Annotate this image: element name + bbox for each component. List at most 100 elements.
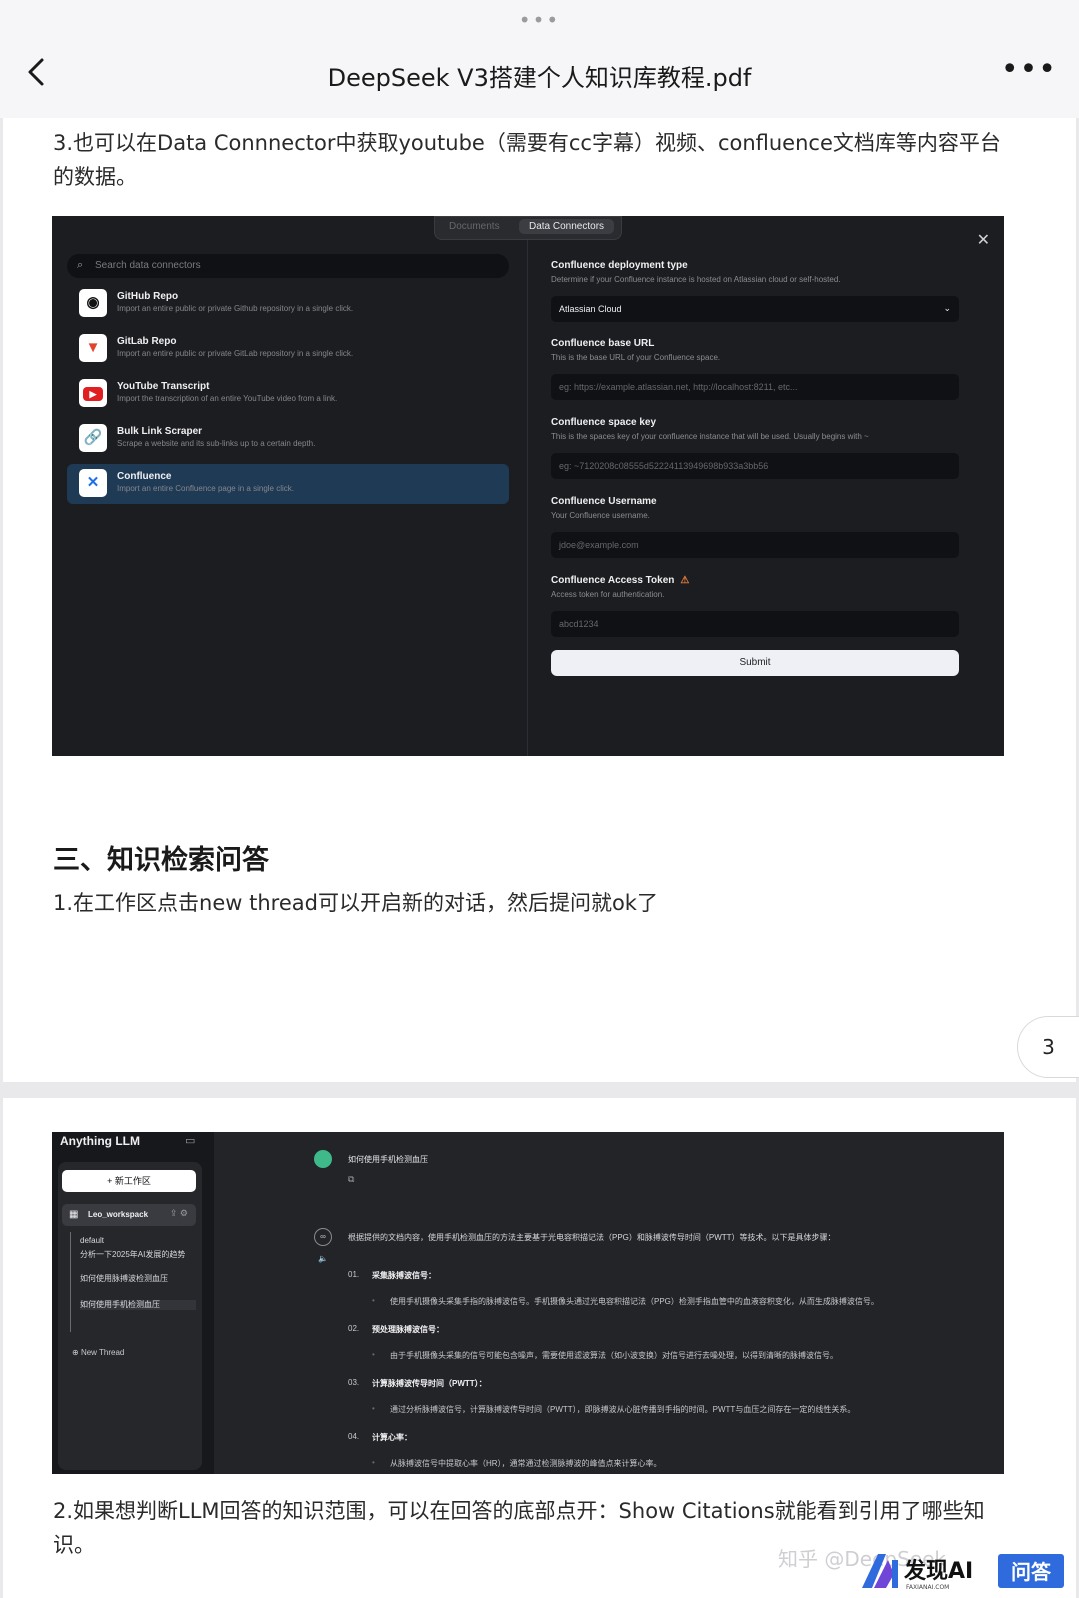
drag-handle[interactable]: ••• bbox=[0, 8, 1079, 32]
deploy-type-label: Confluence deployment type bbox=[551, 260, 688, 271]
document-title: DeepSeek V3搭建个人知识库教程.pdf bbox=[327, 64, 752, 92]
search-placeholder: Search data connectors bbox=[95, 260, 201, 271]
step-desc: 通过分析脉搏波信号，计算脉搏波传导时间（PWTT），即脉搏波从心脏传播到手指的时… bbox=[390, 1405, 856, 1414]
step-number: 01. bbox=[348, 1270, 360, 1279]
connector-name: GitLab Repo bbox=[117, 336, 177, 347]
step-number: 02. bbox=[348, 1324, 360, 1333]
step-title: 计算心率： bbox=[372, 1433, 412, 1442]
paragraph-data-connector: 3.也可以在Data Connnector中获取youtube（需要有cc字幕）… bbox=[53, 131, 1001, 189]
chevron-down-icon: ⌄ bbox=[943, 303, 951, 313]
page-number-badge[interactable]: 3 bbox=[1017, 1016, 1079, 1078]
username-label: Confluence Username bbox=[551, 496, 657, 507]
connector-desc: Import an entire public or private GitLa… bbox=[117, 349, 354, 358]
brand-name: Anything LLM bbox=[60, 1134, 140, 1148]
base-url-label: Confluence base URL bbox=[551, 338, 655, 349]
thread-item[interactable]: default bbox=[80, 1236, 190, 1246]
new-workspace-button[interactable]: + 新工作区 bbox=[62, 1170, 196, 1192]
connector-youtube[interactable]: ▶ YouTube Transcript Import the transcri… bbox=[67, 374, 509, 414]
bullet: • bbox=[372, 1296, 375, 1305]
deploy-type-value: Atlassian Cloud bbox=[559, 304, 622, 314]
space-key-input[interactable]: eg: ~7120208c08555d52224113949698b933a3b… bbox=[551, 453, 959, 479]
bullet: • bbox=[372, 1404, 375, 1413]
username-input[interactable]: jdoe@example.com bbox=[551, 532, 959, 558]
connector-desc: Import an entire Confluence page in a si… bbox=[117, 484, 294, 493]
workspace-name: Leo_workspack bbox=[88, 1210, 149, 1219]
access-token-input[interactable]: abcd1234 bbox=[551, 611, 959, 637]
space-key-help: This is the spaces key of your confluenc… bbox=[551, 432, 869, 441]
connector-bulk-link[interactable]: 🔗 Bulk Link Scraper Scrape a website and… bbox=[67, 419, 509, 459]
close-icon[interactable]: ✕ bbox=[977, 230, 990, 250]
step-title: 计算脉搏波传导时间（PWTT）： bbox=[372, 1379, 487, 1388]
submit-button[interactable]: Submit bbox=[551, 650, 959, 676]
thread-item-current[interactable]: 如何使用手机检测血压 bbox=[80, 1300, 196, 1310]
modal-tabs: Documents Data Connectors bbox=[434, 216, 622, 240]
sidebar: Anything LLM ▭ + 新工作区 ▦ Leo_workspack ⇪ … bbox=[52, 1132, 214, 1474]
sidebar-toggle-icon[interactable]: ▭ bbox=[185, 1134, 195, 1147]
connector-desc: Scrape a website and its sub-links up to… bbox=[117, 439, 316, 448]
base-url-help: This is the base URL of your Confluence … bbox=[551, 353, 721, 362]
link-icon: 🔗 bbox=[79, 424, 107, 452]
deploy-type-help: Determine if your Confluence instance is… bbox=[551, 275, 841, 284]
pdf-page: 3.也可以在Data Connnector中获取youtube（需要有cc字幕）… bbox=[3, 118, 1076, 1082]
connector-github[interactable]: ◉ GitHub Repo Import an entire public or… bbox=[67, 284, 509, 324]
back-arrow-icon[interactable] bbox=[18, 52, 58, 92]
thread-item[interactable]: 分析一下2025年AI发展的趋势 bbox=[80, 1250, 190, 1260]
bullet: • bbox=[372, 1350, 375, 1359]
connector-desc: Import an entire public or private Githu… bbox=[117, 304, 354, 313]
speaker-icon[interactable]: 🔈 bbox=[318, 1254, 328, 1263]
workspace-panel: + 新工作区 ▦ Leo_workspack ⇪ ⚙ default 分析一下2… bbox=[58, 1162, 202, 1470]
faxianai-logo: 发现AI FAXIANAI.COM 问答 bbox=[862, 1554, 1064, 1591]
connector-desc: Import the transcription of an entire Yo… bbox=[117, 394, 338, 403]
username-help: Your Confluence username. bbox=[551, 511, 650, 520]
step-desc: 从脉搏波信号中提取心率（HR），通常通过检测脉搏波的峰值点来计算心率。 bbox=[390, 1459, 662, 1468]
connector-confluence[interactable]: ✕ Confluence Import an entire Confluence… bbox=[67, 464, 509, 504]
deploy-type-select[interactable]: Atlassian Cloud ⌄ bbox=[551, 296, 959, 322]
data-connectors-screenshot: ⌕ Search data connectors ◉ GitHub Repo I… bbox=[52, 216, 1004, 756]
access-token-help: Access token for authentication. bbox=[551, 590, 665, 599]
new-thread-button[interactable]: ⊕ New Thread bbox=[72, 1348, 124, 1357]
step-number: 04. bbox=[348, 1432, 360, 1441]
base-url-input[interactable]: eg: https://example.atlassian.net, http:… bbox=[551, 374, 959, 400]
workspace-item[interactable]: ▦ Leo_workspack ⇪ ⚙ bbox=[62, 1204, 196, 1226]
answer-intro: 根据提供的文档内容，使用手机检测血压的方法主要基于光电容积描记法（PPG）和脉搏… bbox=[348, 1233, 836, 1242]
space-key-label: Confluence space key bbox=[551, 417, 657, 428]
brand-sub: FAXIANAI.COM bbox=[906, 1584, 949, 1591]
access-token-label-row: Confluence Access Token ⚠ bbox=[551, 575, 689, 586]
youtube-icon: ▶ bbox=[79, 379, 107, 407]
brand-text: 发现AI bbox=[903, 1558, 973, 1584]
bullet: • bbox=[372, 1458, 375, 1467]
connector-name: Confluence bbox=[117, 471, 172, 482]
step-title: 采集脉搏波信号： bbox=[372, 1271, 436, 1280]
viewer-header: ••• DeepSeek V3搭建个人知识库教程.pdf ••• bbox=[0, 0, 1079, 118]
warning-icon: ⚠ bbox=[680, 575, 690, 586]
section-heading: 三、知识检索问答 bbox=[53, 845, 269, 876]
step-number: 03. bbox=[348, 1378, 360, 1387]
github-icon: ◉ bbox=[79, 289, 107, 317]
upload-settings-icon[interactable]: ⇪ ⚙ bbox=[170, 1208, 188, 1219]
connector-gitlab[interactable]: ▼ GitLab Repo Import an entire public or… bbox=[67, 329, 509, 369]
chat-area: 如何使用手机检测血压 ⧉ ∞ 🔈 根据提供的文档内容，使用手机检测血压的方法主要… bbox=[214, 1132, 1004, 1474]
more-options-icon[interactable]: ••• bbox=[1001, 52, 1057, 87]
step-desc: 使用手机摄像头采集手指的脉搏波信号。手机摄像头通过光电容积描记法（PPG）检测手… bbox=[390, 1297, 879, 1306]
grid-icon: ▦ bbox=[69, 1209, 79, 1220]
copy-icon[interactable]: ⧉ bbox=[348, 1174, 354, 1185]
user-avatar bbox=[314, 1150, 332, 1168]
thread-tree-line bbox=[70, 1232, 71, 1332]
search-icon: ⌕ bbox=[77, 259, 84, 271]
step-title: 预处理脉搏波信号： bbox=[372, 1325, 444, 1334]
bot-avatar-icon: ∞ bbox=[314, 1228, 332, 1246]
connectors-list-pane: ⌕ Search data connectors ◉ GitHub Repo I… bbox=[52, 216, 528, 756]
plus-icon: ⊕ bbox=[72, 1348, 81, 1357]
tab-documents[interactable]: Documents bbox=[449, 221, 500, 232]
tab-data-connectors[interactable]: Data Connectors bbox=[519, 219, 615, 234]
thread-item[interactable]: 如何使用脉搏波检测血压 bbox=[80, 1274, 190, 1284]
connector-name: YouTube Transcript bbox=[117, 381, 210, 392]
pdf-page: Anything LLM ▭ + 新工作区 ▦ Leo_workspack ⇪ … bbox=[3, 1098, 1076, 1598]
search-data-connectors-input[interactable]: ⌕ Search data connectors bbox=[67, 254, 509, 278]
connector-name: GitHub Repo bbox=[117, 291, 179, 302]
user-question: 如何使用手机检测血压 bbox=[348, 1155, 428, 1164]
qa-badge: 问答 bbox=[1011, 1560, 1052, 1584]
gitlab-icon: ▼ bbox=[79, 334, 107, 362]
step-desc: 由于手机摄像头采集的信号可能包含噪声，需要使用滤波算法（如小波变换）对信号进行去… bbox=[390, 1351, 838, 1360]
confluence-icon: ✕ bbox=[79, 469, 107, 497]
